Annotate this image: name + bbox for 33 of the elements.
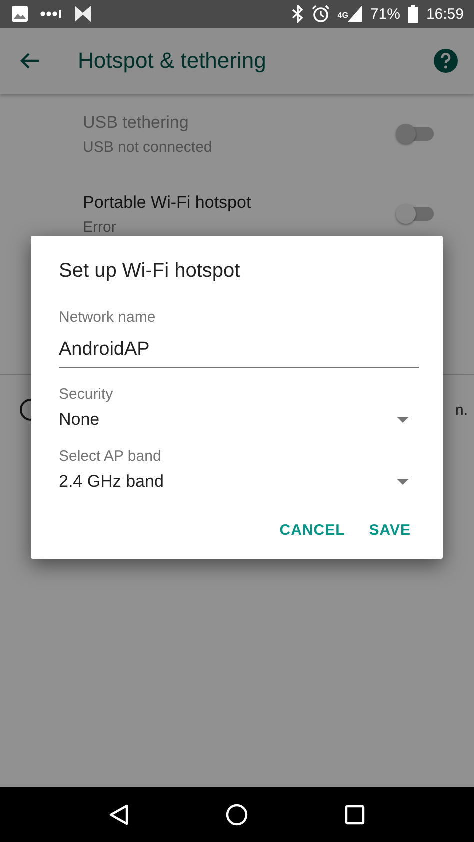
field-label: Security — [59, 386, 114, 403]
logo-icon — [74, 5, 92, 23]
back-arrow-icon[interactable] — [20, 52, 40, 70]
battery-percent: 71% — [370, 6, 400, 22]
setting-summary: USB not connected — [83, 138, 214, 156]
field-label: Select AP band — [59, 448, 162, 465]
dropdown-arrow-icon — [397, 479, 409, 485]
dialog-button[interactable]: SAVE — [361, 510, 419, 551]
screen-title: Hotspot & tethering — [78, 48, 268, 74]
overview-square-icon[interactable] — [345, 804, 366, 824]
toggle-switch[interactable] — [398, 207, 434, 221]
network-name-field[interactable]: AndroidAP — [59, 331, 419, 368]
setting-title: USB tethering — [83, 112, 190, 132]
image-icon — [12, 6, 28, 22]
info-text: n. — [455, 402, 468, 418]
network-type-label: 4G — [338, 11, 348, 20]
back-triangle-icon[interactable] — [108, 804, 129, 826]
setting-summary: Error — [83, 218, 118, 236]
dialog-button[interactable]: CANCEL — [272, 510, 354, 551]
alarm-clock-icon — [312, 5, 330, 23]
dropdown[interactable]: 2.4 GHz band — [59, 470, 419, 492]
dialog-title: Set up Wi-Fi hotspot — [59, 260, 240, 283]
home-circle-icon[interactable] — [226, 804, 248, 826]
setting-title: Portable Wi-Fi hotspot — [83, 192, 252, 212]
dropdown[interactable]: None — [59, 408, 419, 430]
battery-icon — [408, 5, 418, 23]
bluetooth-icon — [292, 5, 304, 23]
help-icon[interactable] — [434, 49, 458, 73]
field-label: Network name — [59, 309, 156, 326]
dropdown-arrow-icon — [397, 417, 409, 423]
clock-time: 16:59 — [426, 6, 464, 22]
signal-icon — [348, 6, 362, 22]
more-dots-icon — [40, 10, 62, 18]
